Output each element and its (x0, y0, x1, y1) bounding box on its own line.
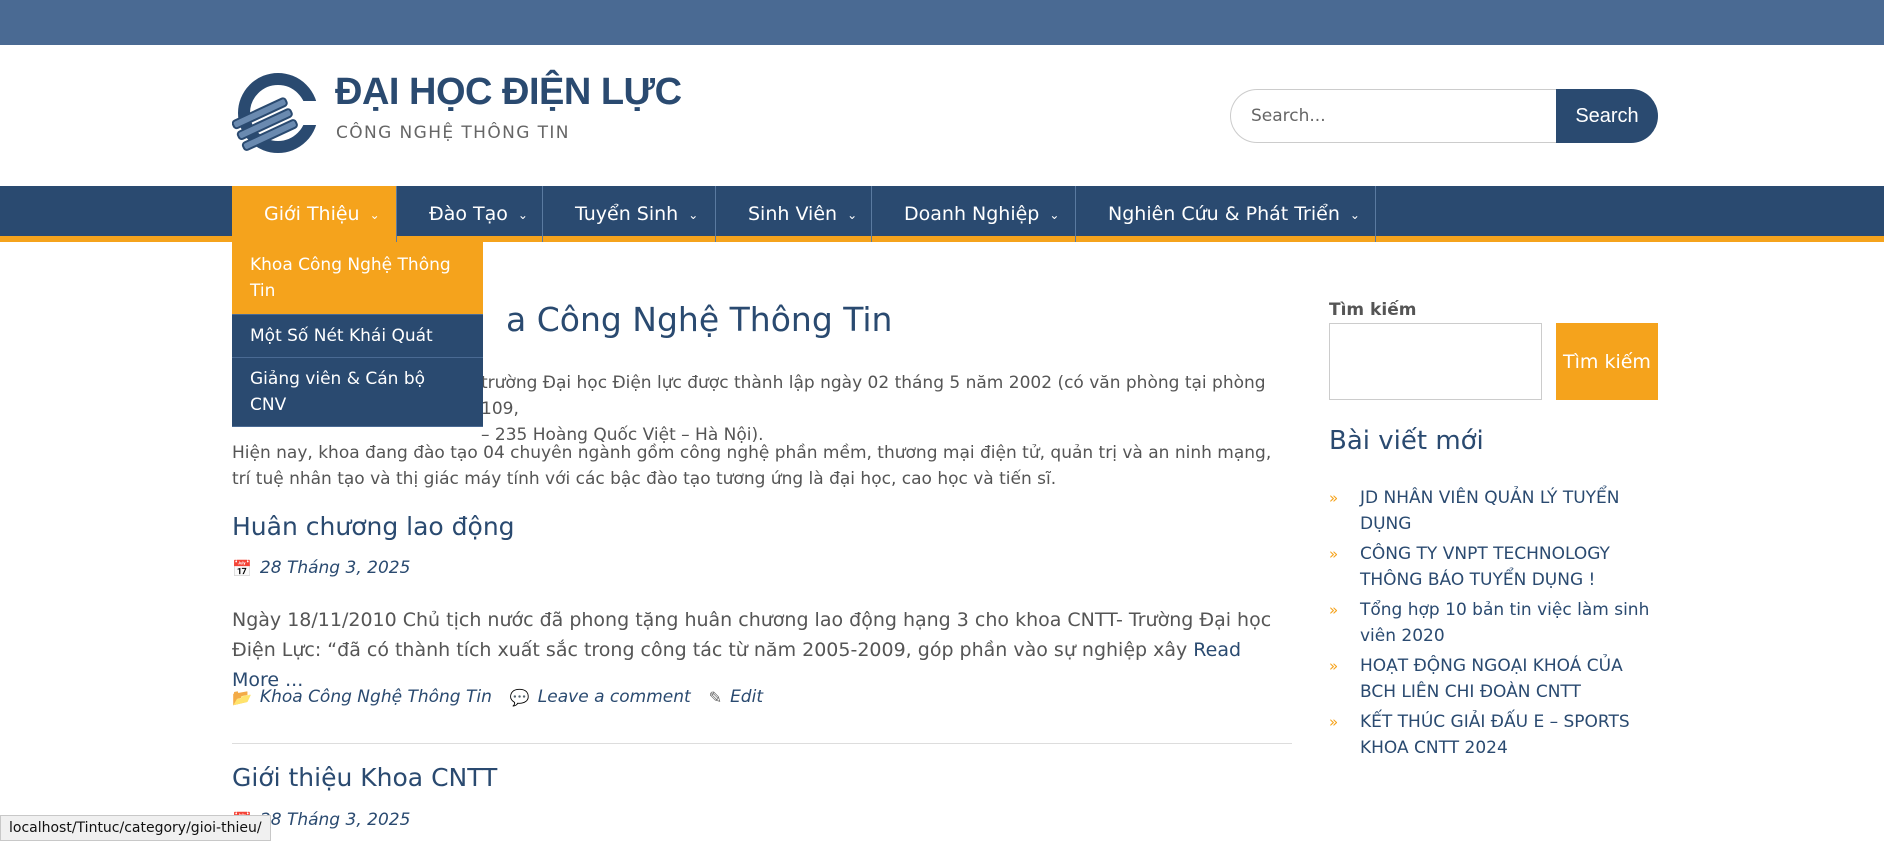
sidebar-search-label: Tìm kiếm (1329, 300, 1417, 320)
sidebar-search-input[interactable] (1329, 323, 1542, 400)
browser-status-url: localhost/Tintuc/category/gioi-thieu/ (0, 815, 271, 841)
nav-item-gioi-thieu[interactable]: Giới Thiệu ⌄ (232, 186, 397, 242)
post-title[interactable]: Giới thiệu Khoa CNTT (232, 763, 497, 792)
chevron-down-icon: ⌄ (369, 208, 380, 222)
chevron-down-icon: ⌄ (1049, 208, 1060, 222)
recent-post-link[interactable]: HOẠT ĐỘNG NGOẠI KHOÁ CỦA BCH LIÊN CHI ĐO… (1360, 653, 1659, 705)
post-excerpt: Ngày 18/11/2010 Chủ tịch nước đã phong t… (232, 605, 1292, 695)
chevron-down-icon: ⌄ (1349, 208, 1360, 222)
nav-label: Sinh Viên (748, 203, 838, 225)
post-title[interactable]: Huân chương lao động (232, 512, 515, 541)
header-search-button[interactable]: Search (1556, 89, 1658, 143)
recent-posts-list: » JD NHÂN VIÊN QUẢN LÝ TUYỂN DỤNG » CÔNG… (1329, 485, 1659, 765)
recent-post-link[interactable]: JD NHÂN VIÊN QUẢN LÝ TUYỂN DỤNG (1360, 485, 1659, 537)
header-search-box (1230, 89, 1558, 143)
intro-paragraph-2: Hiện nay, khoa đang đào tạo 04 chuyên ng… (232, 443, 1272, 489)
nav-item-dao-tao[interactable]: Đào Tạo ⌄ (397, 186, 543, 242)
nav-label: Doanh Nghiệp (904, 203, 1040, 225)
list-item: » Tổng hợp 10 bản tin việc làm sinh viên… (1329, 597, 1659, 649)
list-item: » KẾT THÚC GIẢI ĐẤU E – SPORTS KHOA CNTT… (1329, 709, 1659, 761)
post-footer-meta: 📂 Khoa Công Nghệ Thông Tin 💬 Leave a com… (232, 687, 781, 707)
comment-icon: 💬 (509, 687, 530, 707)
list-item: » JD NHÂN VIÊN QUẢN LÝ TUYỂN DỤNG (1329, 485, 1659, 537)
nav-label: Đào Tạo (429, 203, 508, 225)
nav-label: Nghiên Cứu & Phát Triển (1108, 203, 1340, 225)
post-date-text[interactable]: 28 Tháng 3, 2025 (260, 810, 410, 830)
post-divider (232, 743, 1292, 744)
site-title[interactable]: ĐẠI HỌC ĐIỆN LỰC (335, 71, 682, 114)
comment-group: 💬 Leave a comment (510, 687, 691, 707)
dropdown-item-khoa-cntt[interactable]: Khoa Công Nghệ Thông Tin (232, 242, 483, 315)
nav-label: Tuyển Sinh (575, 203, 679, 225)
calendar-icon: 📅 (232, 558, 252, 578)
recent-post-link[interactable]: KẾT THÚC GIẢI ĐẤU E – SPORTS KHOA CNTT 2… (1360, 709, 1659, 761)
edit-link[interactable]: Edit (730, 687, 763, 707)
nav-dropdown-menu: Khoa Công Nghệ Thông Tin Một Số Nét Khái… (232, 242, 483, 427)
double-chevron-right-icon: » (1329, 489, 1339, 507)
edit-group: ✎ Edit (709, 687, 763, 707)
recent-post-link[interactable]: CÔNG TY VNPT TECHNOLOGY THÔNG BÁO TUYỂN … (1360, 541, 1659, 593)
category-group: 📂 Khoa Công Nghệ Thông Tin (232, 687, 492, 707)
leave-comment-link[interactable]: Leave a comment (538, 687, 691, 707)
nav-item-doanh-nghiep[interactable]: Doanh Nghiệp ⌄ (872, 186, 1076, 242)
dropdown-item-khai-quat[interactable]: Một Số Nét Khái Quát (232, 315, 483, 358)
chevron-down-icon: ⌄ (847, 208, 858, 222)
edit-icon: ✎ (708, 687, 723, 707)
site-subtitle: CÔNG NGHỆ THÔNG TIN (336, 123, 570, 143)
nav-label: Giới Thiệu (264, 203, 360, 225)
double-chevron-right-icon: » (1329, 713, 1339, 731)
post-date-text[interactable]: 28 Tháng 3, 2025 (260, 558, 410, 578)
folder-icon: 📂 (232, 687, 252, 707)
double-chevron-right-icon: » (1329, 601, 1339, 619)
page-title: a Công Nghệ Thông Tin (506, 300, 893, 339)
chevron-down-icon: ⌄ (517, 208, 528, 222)
recent-post-link[interactable]: Tổng hợp 10 bản tin việc làm sinh viên 2… (1360, 597, 1659, 649)
sidebar-search-button[interactable]: Tìm kiếm (1556, 323, 1658, 400)
double-chevron-right-icon: » (1329, 545, 1339, 563)
recent-posts-heading: Bài viết mới (1329, 426, 1484, 456)
chevron-down-icon: ⌄ (688, 208, 699, 222)
double-chevron-right-icon: » (1329, 657, 1339, 675)
post-date: 📅 28 Tháng 3, 2025 (232, 558, 410, 578)
site-header: ĐẠI HỌC ĐIỆN LỰC CÔNG NGHỆ THÔNG TIN Sea… (0, 45, 1884, 186)
header-search-input[interactable] (1231, 90, 1558, 142)
nav-item-nghien-cuu[interactable]: Nghiên Cứu & Phát Triển ⌄ (1076, 186, 1376, 242)
site-logo[interactable] (232, 71, 322, 161)
excerpt-text: Ngày 18/11/2010 Chủ tịch nước đã phong t… (232, 609, 1272, 661)
post-category-link[interactable]: Khoa Công Nghệ Thông Tin (260, 687, 492, 707)
main-nav: Giới Thiệu ⌄ Đào Tạo ⌄ Tuyển Sinh ⌄ Sinh Vi… (0, 186, 1884, 242)
nav-item-tuyen-sinh[interactable]: Tuyển Sinh ⌄ (543, 186, 716, 242)
list-item: » CÔNG TY VNPT TECHNOLOGY THÔNG BÁO TUYỂ… (1329, 541, 1659, 593)
dropdown-item-giang-vien[interactable]: Giảng viên & Cán bộ CNV (232, 358, 483, 427)
list-item: » HOẠT ĐỘNG NGOẠI KHOÁ CỦA BCH LIÊN CHI … (1329, 653, 1659, 705)
nav-item-sinh-vien[interactable]: Sinh Viên ⌄ (716, 186, 872, 242)
top-bar (0, 0, 1884, 45)
